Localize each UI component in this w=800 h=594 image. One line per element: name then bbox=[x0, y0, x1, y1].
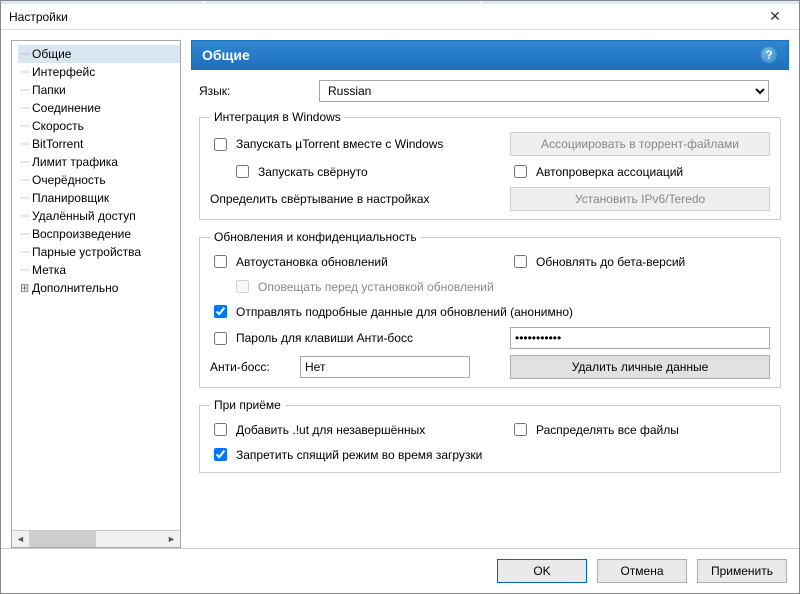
language-select[interactable]: Russian bbox=[319, 80, 769, 102]
tree-item[interactable]: ····BitTorrent bbox=[18, 135, 180, 153]
tree-node-icon: ···· bbox=[20, 265, 29, 276]
notify-before-checkbox: Оповещать перед установкой обновлений bbox=[232, 277, 770, 296]
tree-item[interactable]: ····Воспроизведение bbox=[18, 225, 180, 243]
panel-body: Язык: Russian Интеграция в Windows Запус… bbox=[191, 70, 789, 548]
add-ut-checkbox[interactable]: Добавить .!ut для незавершённых bbox=[210, 420, 496, 439]
scroll-right-button[interactable]: ► bbox=[163, 531, 180, 547]
tree-node-icon: ···· bbox=[20, 121, 29, 132]
close-icon: ✕ bbox=[769, 8, 781, 25]
group-legend: Обновления и конфиденциальность bbox=[210, 230, 421, 244]
tree-item[interactable]: ····Лимит трафика bbox=[18, 153, 180, 171]
install-ipv6-button[interactable]: Установить IPv6/Teredo bbox=[510, 187, 770, 211]
help-icon: ? bbox=[765, 48, 772, 62]
group-legend: При приёме bbox=[210, 398, 285, 412]
anti-boss-label: Анти-босс: bbox=[210, 360, 290, 374]
group-updates-privacy: Обновления и конфиденциальность Автоуста… bbox=[199, 230, 781, 388]
scroll-thumb[interactable] bbox=[29, 531, 96, 547]
category-tree[interactable]: ····Общие····Интерфейс····Папки····Соеди… bbox=[12, 41, 180, 530]
delete-personal-data-button[interactable]: Удалить личные данные bbox=[510, 355, 770, 379]
tree-item[interactable]: ····Соединение bbox=[18, 99, 180, 117]
panel-title: Общие bbox=[202, 47, 250, 63]
tree-item[interactable]: ····Парные устройства bbox=[18, 243, 180, 261]
start-minimized-checkbox[interactable]: Запускать свёрнуто bbox=[232, 162, 496, 181]
tree-item-label: Удалённый доступ bbox=[32, 209, 136, 223]
preallocate-checkbox[interactable]: Распределять все файлы bbox=[510, 420, 770, 439]
tree-node-icon: ···· bbox=[20, 49, 29, 60]
titlebar: Настройки ✕ bbox=[1, 4, 799, 30]
tree-node-icon: ···· bbox=[20, 157, 29, 168]
tree-node-icon: ···· bbox=[20, 85, 29, 96]
tree-item[interactable]: ····Скорость bbox=[18, 117, 180, 135]
category-tree-panel: ····Общие····Интерфейс····Папки····Соеди… bbox=[11, 40, 181, 548]
tree-horizontal-scrollbar[interactable]: ◄ ► bbox=[12, 530, 180, 547]
minimize-hint-text: Определить свёртывание в настройках bbox=[210, 192, 496, 206]
autocheck-assoc-checkbox[interactable]: Автопроверка ассоциаций bbox=[510, 162, 770, 181]
tree-item-label: Очерёдность bbox=[32, 173, 106, 187]
tree-item[interactable]: ····Папки bbox=[18, 81, 180, 99]
close-button[interactable]: ✕ bbox=[753, 5, 797, 29]
boss-password-field[interactable] bbox=[510, 327, 770, 349]
scroll-track[interactable] bbox=[29, 531, 163, 547]
tree-item-label: Дополнительно bbox=[32, 281, 118, 295]
panel-header: Общие ? bbox=[191, 40, 789, 70]
cancel-button[interactable]: Отмена bbox=[597, 559, 687, 583]
anti-boss-field[interactable] bbox=[300, 356, 470, 378]
tree-node-icon: ···· bbox=[20, 103, 29, 114]
tree-item-label: Папки bbox=[32, 83, 66, 97]
language-label: Язык: bbox=[199, 84, 309, 98]
tree-item-label: Парные устройства bbox=[32, 245, 141, 259]
tree-item[interactable]: ····Интерфейс bbox=[18, 63, 180, 81]
tree-item[interactable]: Дополнительно bbox=[18, 279, 180, 297]
ok-button[interactable]: OK bbox=[497, 559, 587, 583]
help-button[interactable]: ? bbox=[760, 46, 778, 64]
tree-item-label: Метка bbox=[32, 263, 66, 277]
group-windows-integration: Интеграция в Windows Запускать µTorrent … bbox=[199, 110, 781, 220]
window-title: Настройки bbox=[9, 10, 68, 24]
tree-item-label: Общие bbox=[32, 47, 71, 61]
dialog-footer: OK Отмена Применить bbox=[1, 548, 799, 593]
group-on-receive: При приёме Добавить .!ut для незавершённ… bbox=[199, 398, 781, 473]
tree-item[interactable]: ····Метка bbox=[18, 261, 180, 279]
tree-item[interactable]: ····Очерёдность bbox=[18, 171, 180, 189]
boss-password-checkbox[interactable]: Пароль для клавиши Анти-босс bbox=[210, 329, 496, 348]
tree-item[interactable]: ····Удалённый доступ bbox=[18, 207, 180, 225]
tree-item-label: Воспроизведение bbox=[32, 227, 131, 241]
group-legend: Интеграция в Windows bbox=[210, 110, 345, 124]
tree-item[interactable]: ····Общие bbox=[18, 45, 180, 63]
send-detailed-checkbox[interactable]: Отправлять подробные данные для обновлен… bbox=[210, 302, 770, 321]
no-sleep-checkbox[interactable]: Запретить спящий режим во время загрузки bbox=[210, 445, 770, 464]
tree-item-label: Скорость bbox=[32, 119, 84, 133]
tree-item-label: Планировщик bbox=[32, 191, 109, 205]
tree-item-label: Лимит трафика bbox=[32, 155, 118, 169]
tree-node-icon: ···· bbox=[20, 175, 29, 186]
beta-versions-checkbox[interactable]: Обновлять до бета-версий bbox=[510, 252, 770, 271]
start-with-windows-checkbox[interactable]: Запускать µTorrent вместе с Windows bbox=[210, 135, 496, 154]
tree-node-icon: ···· bbox=[20, 193, 29, 204]
scroll-left-button[interactable]: ◄ bbox=[12, 531, 29, 547]
tree-item[interactable]: ····Планировщик bbox=[18, 189, 180, 207]
tree-node-icon: ···· bbox=[20, 139, 29, 150]
tree-node-icon: ···· bbox=[20, 211, 29, 222]
tree-node-icon: ···· bbox=[20, 229, 29, 240]
apply-button[interactable]: Применить bbox=[697, 559, 787, 583]
expand-icon bbox=[20, 282, 28, 295]
settings-window: Настройки ✕ ····Общие····Интерфейс····Па… bbox=[0, 0, 800, 594]
tree-node-icon: ···· bbox=[20, 67, 29, 78]
tree-item-label: Интерфейс bbox=[32, 65, 95, 79]
tree-item-label: Соединение bbox=[32, 101, 101, 115]
auto-install-checkbox[interactable]: Автоустановка обновлений bbox=[210, 252, 496, 271]
tree-item-label: BitTorrent bbox=[32, 137, 83, 151]
tree-node-icon: ···· bbox=[20, 247, 29, 258]
associate-torrents-button[interactable]: Ассоциировать в торрент-файлами bbox=[510, 132, 770, 156]
